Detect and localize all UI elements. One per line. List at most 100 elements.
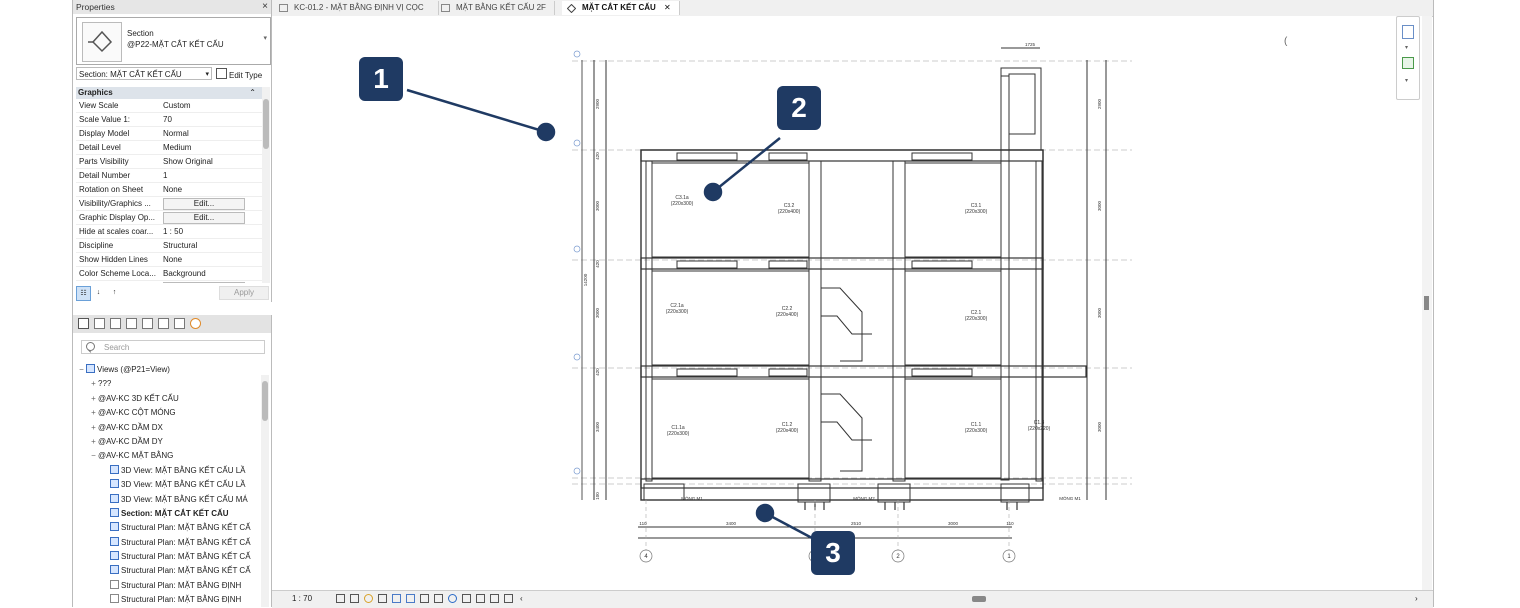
browser-scrollbar[interactable] — [261, 375, 269, 607]
horizontal-scrollbar-thumb[interactable] — [972, 596, 986, 602]
schedule-icon[interactable] — [126, 318, 137, 329]
collapse-icon[interactable]: ⌃ — [249, 87, 256, 99]
constraints-icon[interactable] — [504, 594, 513, 603]
property-row[interactable]: Graphic Display Op... Edit... — [76, 211, 262, 225]
property-value[interactable]: None — [159, 253, 262, 266]
property-value[interactable]: 1 — [159, 169, 262, 182]
property-row[interactable]: Discipline Structural — [76, 239, 262, 253]
sort-ascending-icon[interactable]: ↓ — [92, 286, 105, 299]
edit-type-button[interactable]: Edit Type — [216, 68, 262, 82]
collapse-icon[interactable]: − — [89, 449, 98, 463]
property-value[interactable]: 1 : 50 — [159, 225, 262, 238]
property-value[interactable]: <none> — [159, 281, 262, 283]
property-row[interactable]: Detail Level Medium — [76, 141, 262, 155]
property-value[interactable]: None — [159, 183, 262, 196]
link-view-icon[interactable] — [174, 318, 185, 329]
property-edit-button[interactable]: Edit... — [163, 198, 245, 210]
browser-search-input[interactable]: Search — [81, 340, 265, 354]
property-edit-button[interactable]: <none> — [163, 282, 245, 283]
browser-tree-item[interactable]: − @AV-KC MẶT BẰNG — [77, 449, 261, 463]
expand-icon[interactable]: + — [89, 392, 98, 406]
browser-tree-item[interactable]: Structural Plan: MẶT BẰNG KẾT CẤ — [77, 521, 261, 535]
sort-descending-icon[interactable]: ↑ — [108, 286, 121, 299]
close-icon[interactable]: × — [262, 0, 268, 14]
expand-icon[interactable]: + — [89, 435, 98, 449]
property-value[interactable]: Background — [159, 267, 262, 280]
apply-button[interactable]: Apply — [219, 286, 269, 300]
browser-tree-item[interactable]: +??? — [77, 377, 261, 391]
expand-icon[interactable]: + — [89, 377, 98, 391]
categorize-icon[interactable]: ☷ — [76, 286, 91, 301]
vertical-scrollbar[interactable] — [1422, 16, 1432, 590]
chevron-right-icon[interactable]: › — [1415, 594, 1424, 603]
show-crop-icon[interactable] — [406, 594, 415, 603]
property-value[interactable]: 70 — [159, 113, 262, 126]
browser-tree-item[interactable]: + @AV-KC CỘT MÓNG — [77, 406, 261, 420]
browser-tree-item[interactable]: − Views (@P21=View) — [77, 363, 261, 377]
tab-mat-bang-ket-cau-2f[interactable]: MẶT BẰNG KẾT CẤU 2F — [436, 1, 555, 15]
expand-icon[interactable]: + — [89, 421, 98, 435]
lock-view-icon[interactable] — [420, 594, 429, 603]
property-row[interactable]: Color Scheme Loca... Background — [76, 267, 262, 281]
analytical-model-icon[interactable] — [476, 594, 485, 603]
expand-icon[interactable]: + — [89, 406, 98, 420]
browser-tree-item[interactable]: 3D View: MẶT BẰNG KẾT CẤU LẦ — [77, 464, 261, 478]
chevron-down-icon[interactable]: ▾ — [263, 34, 267, 42]
drawing-canvas[interactable]: C3.1a (220x300) C3.2 (220x400) C3.1 (220x300)… — [272, 16, 1422, 590]
worksharing-icon[interactable] — [462, 594, 471, 603]
properties-scrollbar[interactable] — [262, 87, 270, 283]
property-value[interactable]: Normal — [159, 127, 262, 140]
browser-tree-item[interactable]: Section: MẶT CẮT KẾT CẤU — [77, 507, 261, 521]
property-value[interactable]: Show Original — [159, 155, 262, 168]
browser-tree-item[interactable]: + @AV-KC 3D KẾT CẤU — [77, 392, 261, 406]
property-row[interactable]: Show Hidden Lines None — [76, 253, 262, 267]
chevron-down-icon[interactable]: ▾ — [1405, 77, 1408, 84]
reveal-hidden-icon[interactable] — [448, 594, 457, 603]
property-edit-button[interactable]: Edit... — [163, 212, 245, 224]
property-value[interactable]: Structural — [159, 239, 262, 252]
sun-path-icon[interactable] — [364, 594, 373, 603]
property-row[interactable]: Color Scheme <none> — [76, 281, 262, 283]
view-icon[interactable] — [94, 318, 105, 329]
property-row[interactable]: View Scale Custom — [76, 99, 262, 113]
instance-filter-select[interactable]: Section: MẶT CẮT KẾT CẤU ▾ — [76, 67, 212, 80]
property-value[interactable]: Custom — [159, 99, 262, 112]
family-icon[interactable] — [142, 318, 153, 329]
close-icon[interactable]: ✕ — [664, 3, 671, 12]
group-icon[interactable] — [158, 318, 169, 329]
collapse-icon[interactable]: − — [77, 363, 86, 377]
link-icon[interactable] — [190, 318, 201, 329]
property-row[interactable]: Rotation on Sheet None — [76, 183, 262, 197]
browser-tree-item[interactable]: Structural Plan: MẶT BẰNG ĐỊNH — [77, 579, 261, 593]
detail-level-icon[interactable] — [336, 594, 345, 603]
browser-tree-item[interactable]: Structural Plan: MẶT BẰNG KẾT CẤ — [77, 564, 261, 578]
property-group-header[interactable]: Graphics ⌃ — [76, 87, 262, 99]
property-value[interactable]: Medium — [159, 141, 262, 154]
type-selector[interactable]: Section @P22-MẶT CẮT KẾT CẤU ▾ — [76, 17, 271, 65]
browser-tree-item[interactable]: + @AV-KC DẦM DX — [77, 421, 261, 435]
tab-mat-cat-ket-cau[interactable]: MẶT CẮT KẾT CẤU ✕ — [562, 1, 680, 15]
temporary-hide-icon[interactable] — [434, 594, 443, 603]
highlight-icon[interactable] — [490, 594, 499, 603]
crop-view-icon[interactable] — [392, 594, 401, 603]
tab-mat-bang-dinh-vi-coc[interactable]: KC-01.2 - MẶT BẰNG ĐỊNH VỊ CỌC — [274, 1, 439, 15]
browser-tree-item[interactable]: Structural Plan: MẶT BẰNG KẾT CẤ — [77, 536, 261, 550]
browser-tree-item[interactable]: 3D View: MẶT BẰNG KẾT CẤU MÁ — [77, 493, 261, 507]
property-value[interactable]: Edit... — [159, 211, 262, 224]
browser-tree-item[interactable]: Structural Plan: MẶT BẰNG KẾT CẤ — [77, 550, 261, 564]
sheet-icon[interactable] — [110, 318, 121, 329]
steering-wheel-icon[interactable] — [1402, 25, 1414, 39]
property-row[interactable]: Scale Value 1: 70 — [76, 113, 262, 127]
property-row[interactable]: Detail Number 1 — [76, 169, 262, 183]
browser-tree-item[interactable]: + @AV-KC DẦM DY — [77, 435, 261, 449]
view-scale[interactable]: 1 : 70 — [292, 591, 312, 607]
shadows-icon[interactable] — [378, 594, 387, 603]
property-row[interactable]: Hide at scales coar... 1 : 50 — [76, 225, 262, 239]
chevron-left-icon[interactable]: ‹ — [520, 594, 529, 603]
property-row[interactable]: Visibility/Graphics ... Edit... — [76, 197, 262, 211]
browser-tree-item[interactable]: Structural Plan: MẶT BẰNG ĐỊNH — [77, 593, 261, 607]
home-icon[interactable] — [78, 318, 89, 329]
visual-style-icon[interactable] — [350, 594, 359, 603]
zoom-icon[interactable] — [1402, 57, 1414, 69]
property-row[interactable]: Parts Visibility Show Original — [76, 155, 262, 169]
